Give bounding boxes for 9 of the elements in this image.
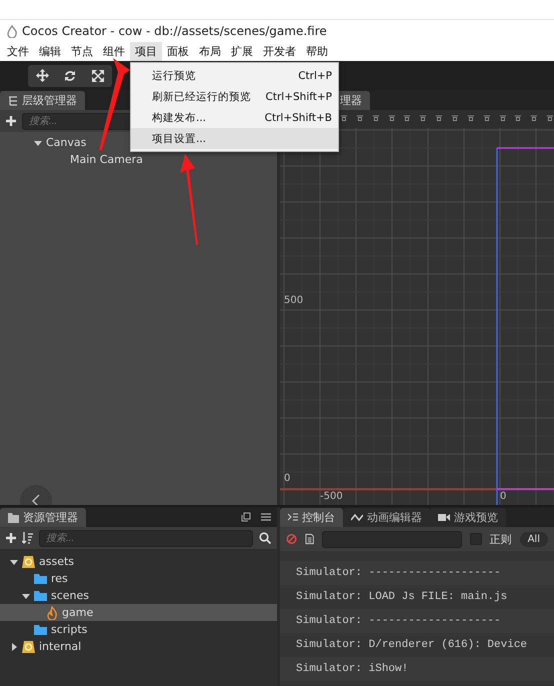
regex-label: 正则 (490, 532, 512, 546)
shortcut-label: Ctrl+Shift+B (264, 112, 332, 124)
shortcut-label: Ctrl+Shift+P (266, 90, 332, 102)
ruler-label: -500 (320, 491, 343, 502)
ruler-label: 500 (284, 295, 304, 306)
window-title: Cocos Creator - cow - db://assets/scenes/game.fire (22, 24, 327, 38)
ruler-label: 0 (500, 491, 506, 502)
shortcut-label: Ctrl+P (298, 70, 332, 82)
ruler-label: 0 (284, 473, 290, 484)
